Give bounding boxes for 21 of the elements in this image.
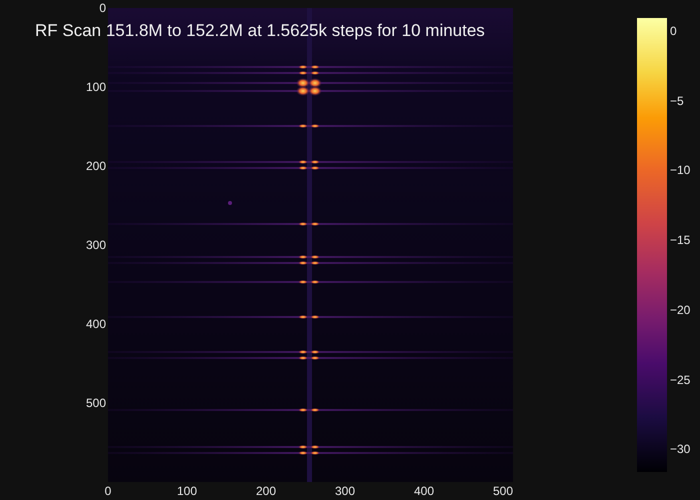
x-tick-label: 100 [176, 484, 198, 498]
chart-title: RF Scan 151.8M to 152.2M at 1.5625k steps for 10 minutes [35, 21, 485, 41]
x-tick-label: 300 [334, 484, 356, 498]
x-tick-label: 400 [414, 484, 434, 498]
x-tick-label: 200 [256, 484, 276, 498]
noise-spot [228, 201, 232, 205]
y-tick-label: 400 [86, 317, 106, 331]
y-tick-label: 500 [86, 396, 106, 410]
colorbar-tick-label: 0 [670, 24, 677, 38]
y-tick-label: 200 [86, 159, 106, 173]
colorbar-tick-label: −30 [670, 442, 690, 456]
y-tick-label: 0 [99, 1, 106, 15]
colorbar-tick-label: −25 [670, 372, 690, 386]
colorbar-tick-label: −15 [670, 233, 690, 248]
colorbar-tick-label: −20 [670, 302, 690, 317]
colorbar-tick-label: −10 [670, 163, 690, 178]
colorbar-tick-label: −5 [670, 94, 684, 108]
x-tick-label: 0 [104, 484, 112, 498]
y-tick-label: 300 [86, 238, 106, 252]
x-tick-label: 500 [492, 484, 514, 498]
y-tick-label: 100 [86, 80, 106, 94]
